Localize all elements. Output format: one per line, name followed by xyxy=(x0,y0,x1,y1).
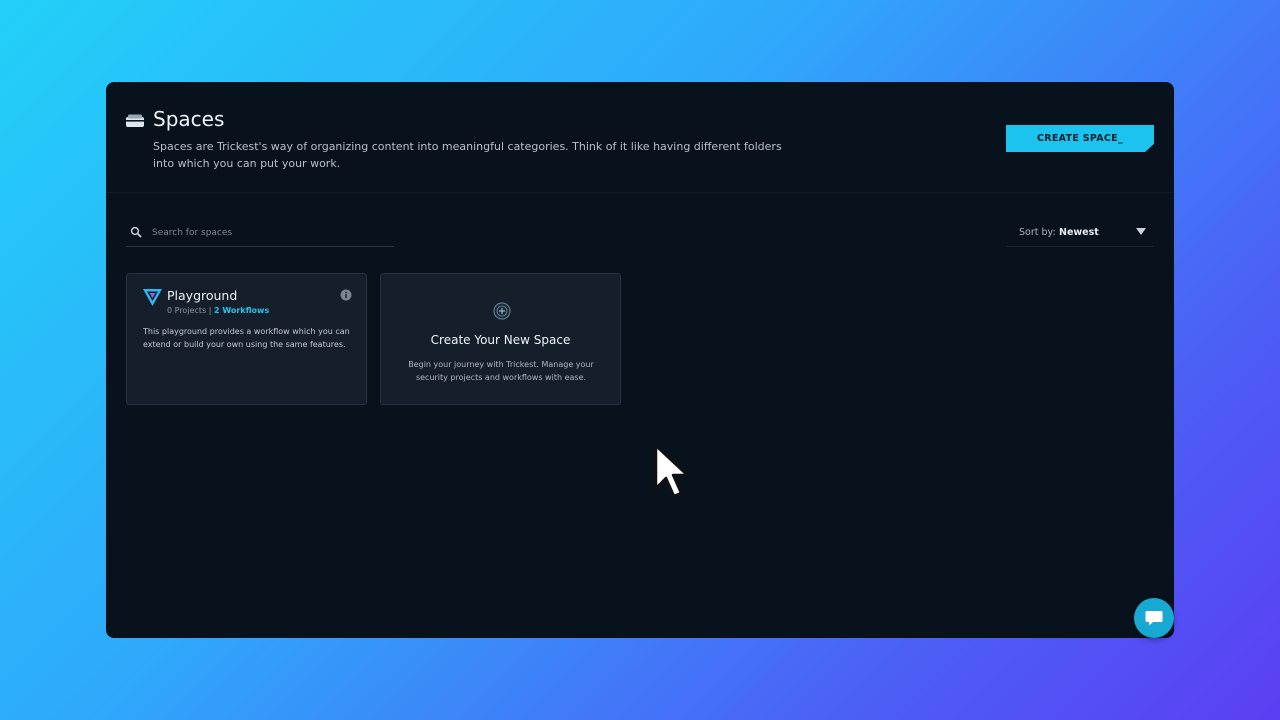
page-description: Spaces are Trickest's way of organizing … xyxy=(153,140,782,170)
search-input[interactable] xyxy=(152,222,392,244)
add-space-icon xyxy=(493,302,511,320)
page-header: Spaces Spaces are Trickest's way of orga… xyxy=(106,82,1174,193)
space-workflows-link[interactable]: 2 Workflows xyxy=(214,306,269,315)
space-projects-count: 0 Projects xyxy=(167,306,207,315)
mouse-cursor-icon xyxy=(654,444,689,498)
search-box xyxy=(126,222,394,247)
spaces-folder-icon xyxy=(126,114,144,127)
new-space-title: Create Your New Space xyxy=(430,333,571,347)
sort-dropdown[interactable]: Sort by: Newest xyxy=(1006,222,1154,247)
space-description: This playground provides a workflow whic… xyxy=(143,327,350,349)
page-title: Spaces xyxy=(153,107,225,131)
spaces-window: Spaces Spaces are Trickest's way of orga… xyxy=(106,82,1174,638)
trickest-logo-icon xyxy=(143,289,162,306)
sort-label: Sort by: xyxy=(1019,227,1056,238)
space-stats-separator: | xyxy=(208,306,212,315)
caret-down-icon xyxy=(1136,228,1146,235)
chat-widget-button[interactable] xyxy=(1134,598,1174,638)
chat-bubble-icon xyxy=(1145,611,1163,626)
sort-value: Newest xyxy=(1059,227,1099,238)
new-space-description: Begin your journey with Trickest. Manage… xyxy=(408,360,594,382)
create-space-button[interactable]: CREATE SPACE_ xyxy=(1006,125,1154,152)
space-card-playground[interactable]: Playground 0 Projects | 2 Workflows This… xyxy=(126,273,367,405)
create-new-space-card[interactable]: Create Your New Space Begin your journey… xyxy=(380,273,621,405)
space-name: Playground xyxy=(167,288,238,303)
search-icon xyxy=(130,226,142,238)
space-stats: 0 Projects | 2 Workflows xyxy=(167,306,269,315)
info-icon[interactable] xyxy=(340,289,352,301)
